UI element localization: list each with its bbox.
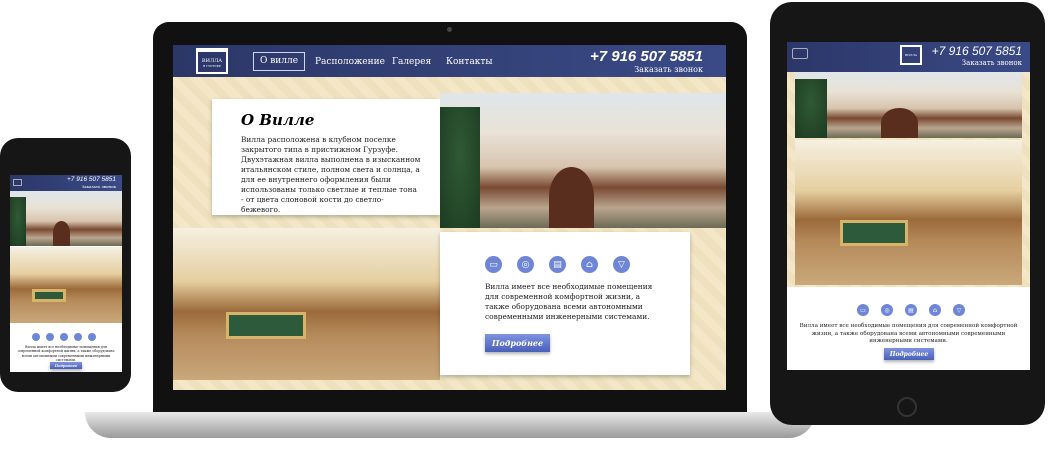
laptop-base [85, 412, 815, 438]
bed-icon: ▭ [857, 304, 869, 316]
about-card: О Вилле Вилла расположена в клубном посе… [212, 99, 440, 215]
features-text: Вилла имеет все необходимые помещения дл… [799, 323, 1018, 345]
features-card: ▭ ◎ ▤ ⌂ ▽ Вилла имеет все необходимые по… [440, 232, 690, 375]
villa-exterior-photo [10, 191, 122, 246]
features-card: ▭ ◎ ▤ ⌂ ▽ Вилла имеет все необходимые по… [787, 287, 1030, 370]
menu-icon[interactable] [13, 179, 22, 186]
tablet-screen: ВИЛЛА +7 916 507 5851 Заказать звонок ▭ … [787, 42, 1030, 370]
bed-icon: ▭ [485, 256, 502, 273]
logo-line2: В ГУРЗУФЕ [202, 64, 222, 68]
oven-icon [60, 333, 68, 341]
car-icon: ⌂ [929, 304, 941, 316]
villa-exterior-photo [795, 72, 1022, 138]
logo[interactable]: ВИЛЛА В ГУРЗУФЕ [196, 48, 228, 74]
cocktail-icon: ▽ [953, 304, 965, 316]
phone-number[interactable]: +7 916 507 5851 [67, 176, 116, 183]
about-text: Вилла расположена в клубном поселке закр… [241, 135, 421, 214]
callback-link[interactable]: Заказать звонок [82, 184, 116, 189]
villa-interior-photo [795, 140, 1022, 285]
laptop-screen: ВИЛЛА В ГУРЗУФЕ О вилле Расположение Гале… [173, 45, 726, 390]
logo[interactable]: ВИЛЛА [900, 45, 922, 65]
car-icon: ⌂ [581, 256, 598, 273]
callback-link[interactable]: Заказать звонок [962, 59, 1022, 67]
nav-item-about[interactable]: О вилле [253, 52, 306, 71]
features-text: Вилла имеет все необходимые помещения дл… [485, 282, 653, 321]
boiler-icon [46, 333, 54, 341]
features-text: Вилла имеет все необходимые помещения дл… [17, 345, 115, 363]
nav-item-contacts[interactable]: Контакты [446, 57, 493, 67]
boiler-icon: ◎ [881, 304, 893, 316]
phone-number[interactable]: +7 916 507 5851 [590, 48, 703, 65]
villa-exterior-photo [440, 93, 726, 228]
more-button[interactable]: Подробнее [50, 362, 82, 369]
bed-icon [32, 333, 40, 341]
about-title: О Вилле [241, 111, 315, 129]
nav-item-location[interactable]: Расположение [315, 57, 385, 67]
car-icon [74, 333, 82, 341]
more-button[interactable]: Подробнее [485, 334, 550, 352]
boiler-icon: ◎ [517, 256, 534, 273]
site-header: ВИЛЛА В ГУРЗУФЕ О вилле Расположение Гале… [173, 45, 726, 77]
oven-icon: ▤ [905, 304, 917, 316]
nav-item-gallery[interactable]: Галерея [392, 57, 431, 67]
cocktail-icon [88, 333, 96, 341]
villa-interior-photo [173, 228, 440, 380]
more-button[interactable]: Подробнее [884, 348, 934, 360]
phone-number[interactable]: +7 916 507 5851 [932, 44, 1022, 58]
oven-icon: ▤ [549, 256, 566, 273]
villa-interior-photo [10, 247, 122, 323]
callback-link[interactable]: Заказать звонок [634, 65, 703, 74]
phone-screen: +7 916 507 5851 Заказать звонок Вилла им… [10, 175, 122, 372]
cocktail-icon: ▽ [613, 256, 630, 273]
menu-icon[interactable] [792, 48, 808, 59]
